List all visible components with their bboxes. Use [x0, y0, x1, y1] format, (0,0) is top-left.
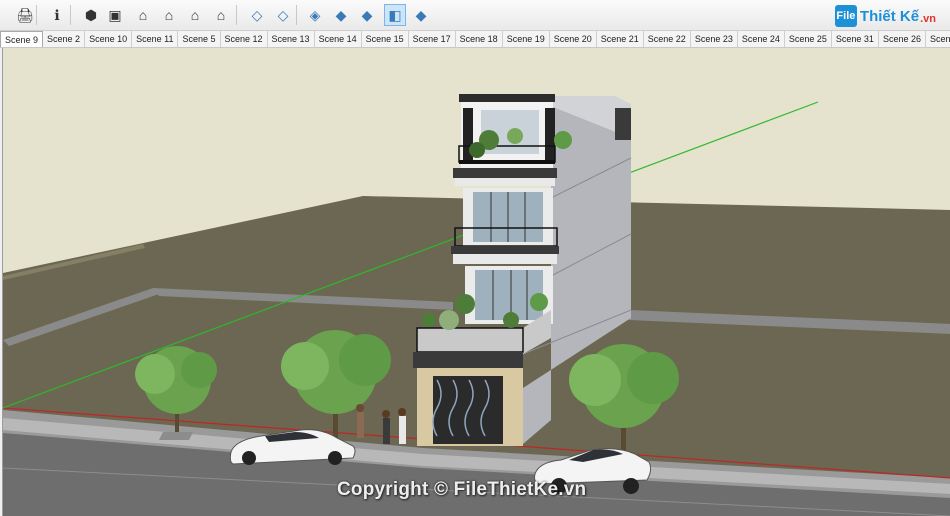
- scene-tab[interactable]: Scene 15: [362, 31, 409, 47]
- scene-tab[interactable]: Scene 25: [785, 31, 832, 47]
- right-view-icon: ⌂: [164, 7, 174, 23]
- hidden-line-style-button[interactable]: ◈: [304, 4, 326, 26]
- front-view-icon: ⌂: [138, 7, 148, 23]
- logo-box: File: [834, 5, 857, 27]
- model-scene: [3, 48, 950, 516]
- scene-tab[interactable]: Scene 23: [691, 31, 738, 47]
- scene-tab[interactable]: Scene 5: [178, 31, 221, 47]
- scene-tab[interactable]: Scene 21: [597, 31, 644, 47]
- model-info-icon: ℹ: [54, 6, 60, 23]
- scene-tab[interactable]: Scene 14: [315, 31, 362, 47]
- 3d-viewport[interactable]: [2, 48, 950, 516]
- shaded-textures-style-icon: ◆: [361, 6, 373, 23]
- scene-tab[interactable]: Scene 2: [43, 31, 86, 47]
- logo-domain: .vn: [920, 12, 936, 25]
- toolbar-separator: [36, 5, 37, 25]
- right-view-button[interactable]: ⌂: [158, 4, 180, 26]
- shaded-style-button[interactable]: ◆: [330, 4, 352, 26]
- hidden-line-style-icon: ◈: [309, 6, 321, 23]
- filethietke-logo: File Thiết Kế .vn: [834, 4, 936, 28]
- monochrome-style-button[interactable]: ◧: [384, 4, 406, 26]
- shaded-style-icon: ◆: [335, 6, 347, 23]
- top-view-icon: ▣: [108, 6, 122, 23]
- xray-style-icon: ◇: [251, 6, 263, 23]
- iso-view-icon: ⬢: [84, 6, 98, 23]
- toolbar: 🖨 ℹ ⬢ ▣ ⌂ ⌂ ⌂ ⌂ ◇ ◇ ◈ ◆ ◆ ◧ ◆: [0, 0, 950, 31]
- model-info-button[interactable]: ℹ: [46, 4, 68, 26]
- copyright-watermark: Copyright © FileThietKe.vn: [337, 479, 587, 500]
- toolbar-separator: [236, 5, 237, 25]
- scene-tab[interactable]: Scene 12: [221, 31, 268, 47]
- xray-style-button[interactable]: ◇: [246, 4, 268, 26]
- scene-tab[interactable]: Scene 27: [926, 31, 950, 47]
- left-view-button[interactable]: ⌂: [210, 4, 232, 26]
- toolbar-separator: [296, 5, 297, 25]
- logo-text: Thiết Kế: [859, 7, 920, 25]
- scene-tab[interactable]: Scene 18: [456, 31, 503, 47]
- wireframe-style-icon: ◇: [277, 6, 289, 23]
- scene-tab[interactable]: Scene 11: [132, 31, 179, 47]
- front-view-button[interactable]: ⌂: [132, 4, 154, 26]
- back-edges-style-icon: ◆: [415, 6, 427, 23]
- scene-tab[interactable]: Scene 9: [0, 31, 44, 47]
- scene-tab[interactable]: Scene 19: [503, 31, 550, 47]
- print-icon: 🖨: [16, 6, 34, 23]
- scene-tab[interactable]: Scene 17: [409, 31, 456, 47]
- scene-tab[interactable]: Scene 22: [644, 31, 691, 47]
- left-view-icon: ⌂: [216, 7, 226, 23]
- iso-view-button[interactable]: ⬢: [80, 4, 102, 26]
- scene-tab[interactable]: Scene 26: [879, 31, 926, 47]
- scene-tab[interactable]: Scene 24: [738, 31, 785, 47]
- top-view-button[interactable]: ▣: [104, 4, 126, 26]
- shaded-textures-style-button[interactable]: ◆: [356, 4, 378, 26]
- scene-tab[interactable]: Scene 31: [832, 31, 879, 47]
- scene-tab[interactable]: Scene 20: [550, 31, 597, 47]
- back-view-icon: ⌂: [190, 7, 200, 23]
- scene-tab[interactable]: Scene 13: [268, 31, 315, 47]
- scene-tabs: Scene 9 Scene 2 Scene 10 Scene 11 Scene 5 Sce…: [0, 31, 950, 48]
- monochrome-style-icon: ◧: [388, 6, 402, 23]
- print-button[interactable]: 🖨: [14, 4, 36, 26]
- toolbar-separator: [70, 5, 71, 25]
- back-view-button[interactable]: ⌂: [184, 4, 206, 26]
- wireframe-style-button[interactable]: ◇: [272, 4, 294, 26]
- back-edges-style-button[interactable]: ◆: [410, 4, 432, 26]
- scene-tab[interactable]: Scene 10: [85, 31, 133, 47]
